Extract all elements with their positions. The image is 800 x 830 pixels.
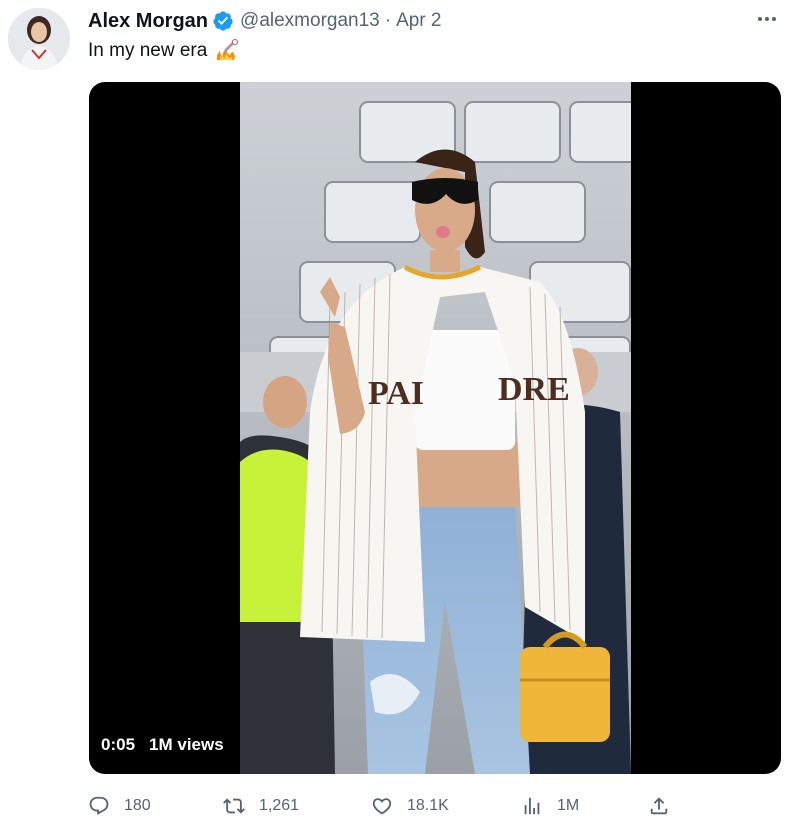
reply-count: 180 (124, 797, 151, 814)
video-views: 1M views (149, 735, 224, 754)
views-button[interactable]: 1M (521, 792, 579, 820)
more-dots-icon (758, 17, 776, 21)
video-frame-image: PAI DRE (240, 82, 631, 774)
tweet-text: In my new era (88, 38, 239, 64)
separator-dot: · (384, 10, 392, 31)
retweet-button[interactable]: 1,261 (223, 792, 299, 820)
video-player[interactable]: PAI DRE 0:05 1M views (89, 82, 781, 774)
tweet-header: Alex Morgan @alexmorgan13 · Apr 2 (88, 8, 441, 34)
author-handle[interactable]: @alexmorgan13 (240, 10, 380, 32)
tweet-date[interactable]: Apr 2 (396, 10, 441, 32)
more-options-button[interactable] (752, 6, 782, 32)
tweet-text-content: In my new era (88, 40, 208, 61)
share-button[interactable] (648, 792, 684, 820)
heart-icon (372, 798, 392, 815)
svg-text:PAI: PAI (368, 375, 424, 412)
share-icon (650, 797, 668, 815)
action-bar: 180 1,261 18.1K 1M (88, 792, 678, 820)
author-name[interactable]: Alex Morgan (88, 10, 208, 33)
reply-icon (89, 796, 109, 815)
svg-text:DRE: DRE (498, 371, 570, 408)
views-count: 1M (557, 797, 580, 814)
avatar-image (8, 8, 70, 70)
retweet-icon (223, 798, 245, 814)
analytics-bars-icon (524, 797, 540, 815)
avatar[interactable] (8, 8, 70, 70)
like-count: 18.1K (407, 797, 449, 814)
video-info-overlay: 0:05 1M views (101, 730, 224, 760)
video-duration: 0:05 (101, 735, 136, 754)
verified-badge-icon (213, 11, 233, 31)
retweet-count: 1,261 (259, 797, 300, 814)
reply-button[interactable]: 180 (88, 792, 151, 820)
like-button[interactable]: 18.1K (371, 792, 449, 820)
fire-baseball-emoji-icon (217, 39, 239, 60)
